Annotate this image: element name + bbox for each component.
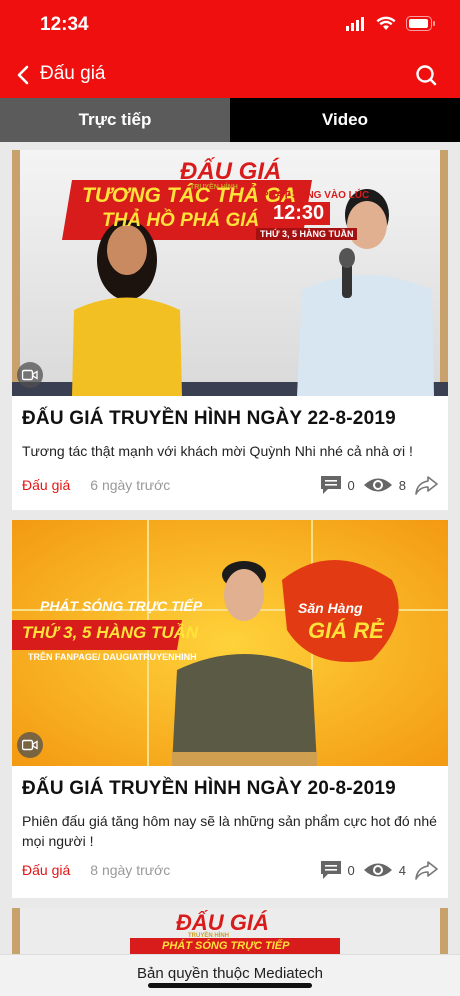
battery-icon — [406, 16, 435, 31]
page-title: Đấu giá — [40, 63, 106, 84]
wifi-icon — [376, 16, 396, 30]
home-indicator[interactable] — [148, 983, 312, 988]
video-card[interactable]: PHÁT SÓNG TRỰC TIẾP THỨ 3, 5 HÀNG TUẦN T… — [12, 520, 448, 898]
video-description: Tương tác thật mạnh với khách mời Quỳnh … — [22, 443, 413, 459]
thumb-logo: ĐẤU GIÁ — [180, 158, 282, 185]
video-title[interactable]: ĐẤU GIÁ TRUYỀN HÌNH NGÀY 22-8-2019 — [22, 408, 396, 430]
thumb-days: THỨ 3, 5 HÀNG TUẦN — [22, 623, 199, 642]
tab-video[interactable]: Video — [230, 98, 460, 142]
view-count: 8 — [398, 477, 406, 493]
tab-bar: Trực tiếp Video — [0, 98, 460, 142]
video-thumbnail[interactable]: PHÁT SÓNG TRỰC TIẾP THỨ 3, 5 HÀNG TUẦN T… — [12, 520, 448, 766]
view-count: 4 — [398, 862, 406, 878]
thumb-slogan-2: THẢ HỒ PHÁ GIÁ — [102, 210, 260, 231]
thumb-onair: PHÁT SÓNG VÀO LÚC — [262, 190, 370, 201]
nav-bar: Đấu giá — [0, 52, 460, 98]
thumb-live: PHÁT SÓNG TRỰC TIẾP — [40, 598, 203, 614]
time-ago: 8 ngày trước — [90, 862, 171, 878]
category-link[interactable]: Đấu giá — [22, 477, 70, 493]
thumb-live: PHÁT SÓNG TRỰC TIẾP — [162, 940, 290, 952]
signal-icon — [346, 16, 364, 31]
video-camera-icon — [17, 732, 43, 758]
copyright-text: Bản quyền thuộc Mediatech — [137, 965, 323, 982]
thumb-clock: 12:30 — [267, 202, 331, 225]
time-ago: 6 ngày trước — [90, 477, 171, 493]
video-thumbnail[interactable]: ĐẤU GIÁ TRUYỀN HÌNH TƯƠNG TÁC THẢ GA THẢ… — [12, 150, 448, 396]
video-camera-icon — [17, 362, 43, 388]
thumb-badge-2: GIÁ RẺ — [308, 618, 384, 643]
comment-icon[interactable] — [320, 860, 342, 880]
share-icon[interactable] — [414, 860, 438, 880]
eye-icon — [363, 863, 392, 877]
video-meta: Đấu giá 6 ngày trước 0 8 — [22, 472, 438, 498]
comment-icon[interactable] — [320, 475, 342, 495]
thumb-days: THỨ 3, 5 HÀNG TUẦN — [256, 228, 358, 240]
category-link[interactable]: Đấu giá — [22, 862, 70, 878]
video-card[interactable]: ĐẤU GIÁ TRUYỀN HÌNH TƯƠNG TÁC THẢ GA THẢ… — [12, 150, 448, 510]
share-icon[interactable] — [414, 475, 438, 495]
thumb-logo-sub: TRUYỀN HÌNH — [188, 933, 230, 939]
comment-count: 0 — [347, 477, 355, 493]
eye-icon — [363, 478, 392, 492]
thumb-badge-1: Săn Hàng — [298, 600, 363, 616]
search-icon[interactable] — [414, 63, 438, 87]
video-meta: Đấu giá 8 ngày trước 0 4 — [22, 857, 438, 883]
back-chevron-icon[interactable] — [14, 64, 34, 86]
status-time: 12:34 — [40, 14, 89, 35]
comment-count: 0 — [347, 862, 355, 878]
tab-live[interactable]: Trực tiếp — [0, 98, 230, 142]
video-title[interactable]: ĐẤU GIÁ TRUYỀN HÌNH NGÀY 20-8-2019 — [22, 778, 396, 800]
video-description: Phiên đấu giá tăng hôm nay sẽ là những s… — [22, 813, 437, 849]
footer: Bản quyền thuộc Mediatech — [0, 954, 460, 996]
thumb-fanpage: TRÊN FANPAGE/ DAUGIATRUYENHINH — [28, 652, 197, 662]
status-bar: 12:34 — [0, 0, 460, 52]
